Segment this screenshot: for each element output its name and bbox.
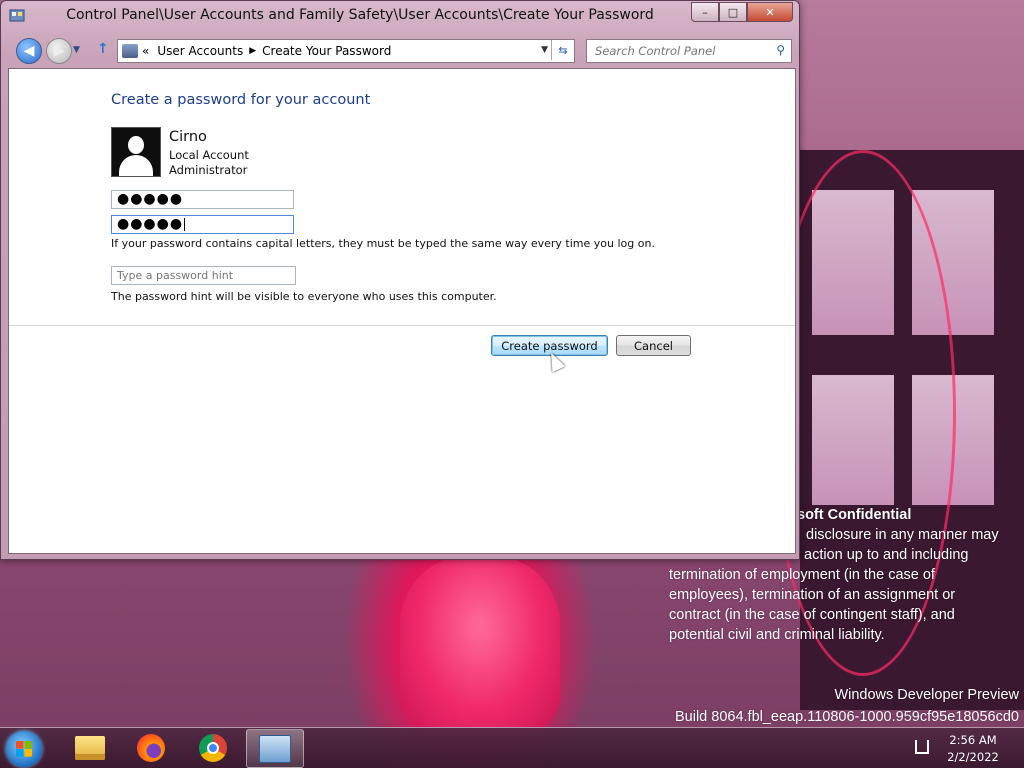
user-name: Cirno [169,129,207,145]
new-password-field[interactable]: ●●●●● [111,190,294,209]
minimize-button[interactable]: – [691,2,719,22]
breadcrumb-user-accounts[interactable]: User Accounts [157,44,243,58]
recent-pages-dropdown-icon[interactable]: ▼ [73,45,80,55]
avatar-head-shape [128,136,144,154]
text-caret [184,217,186,231]
system-clock[interactable]: 2:56 AM 2/2/2022 [942,732,1004,766]
build-name: Windows Developer Preview [834,687,1019,703]
window-title: Control Panel\User Accounts and Family S… [66,7,654,23]
chrome-icon [199,733,227,762]
control-panel-breadcrumb-icon [122,44,138,58]
confidential-line-3: action up to and including [804,547,969,563]
avatar-body-shape [119,155,153,176]
taskbar-windows-explorer[interactable] [62,729,118,766]
maximize-button[interactable]: □ [719,2,747,22]
breadcrumb-separator-icon[interactable]: ▶ [249,46,256,56]
search-icon[interactable]: ⚲ [776,43,785,57]
search-input[interactable] [593,41,767,61]
taskbar-control-panel[interactable] [246,729,304,768]
divider [9,325,795,326]
taskbar-firefox[interactable] [123,729,179,766]
windows-logo-icon [16,741,32,757]
taskbar: 2:56 AM 2/2/2022 [0,727,1024,768]
confirm-password-value: ●●●●● [117,216,184,232]
control-panel-window: Control Panel\User Accounts and Family S… [0,0,800,560]
capital-letters-note: If your password contains capital letter… [111,237,655,250]
address-history-dropdown-icon[interactable]: ▼ [541,45,548,55]
account-type: Local Account [169,148,249,162]
build-number: Build 8064.fbl_eeap.110806-1000.959cf95e… [674,709,1019,725]
confidential-line-7: potential civil and criminal liability. [669,627,885,643]
control-panel-taskbar-icon [259,734,291,763]
new-password-value: ●●●●● [117,191,184,207]
start-button[interactable] [6,731,42,767]
content-pane: Create a password for your account Cirno… [8,68,796,554]
search-box[interactable]: ⚲ [586,39,792,63]
confidential-line-4: termination of employment (in the case o… [669,567,935,583]
confirm-password-field[interactable]: ●●●●● [111,215,294,234]
navigation-bar: ◀ ▶ ▼ ↑ « User Accounts ▶ Create Your Pa… [1,35,799,65]
wallpaper-pink-figure [400,555,560,735]
hint-visibility-note: The password hint will be visible to eve… [111,290,497,303]
forward-button[interactable]: ▶ [46,38,72,64]
back-arrow-icon: ◀ [23,43,35,59]
up-arrow-button[interactable]: ↑ [97,41,109,57]
user-avatar [111,127,161,177]
network-icon[interactable] [915,740,929,754]
breadcrumb-create-password[interactable]: Create Your Password [262,44,391,58]
user-account-info: Local Account Administrator [169,148,249,178]
title-bar[interactable]: Control Panel\User Accounts and Family S… [1,1,799,31]
account-role: Administrator [169,163,248,177]
page-title: Create a password for your account [111,92,371,108]
folder-icon [75,735,105,760]
clock-date: 2/2/2022 [947,750,999,764]
back-button[interactable]: ◀ [16,38,42,64]
close-button[interactable]: ✕ [747,2,793,22]
clock-time: 2:56 AM [949,733,997,747]
firefox-icon [137,733,165,762]
confidential-line-1: soft Confidential [797,507,912,523]
address-bar[interactable]: « User Accounts ▶ Create Your Password ▼… [117,39,575,63]
password-hint-input[interactable] [111,266,296,285]
confidential-line-6: contract (in the case of contingent staf… [669,607,955,623]
caption-buttons: – □ ✕ [691,2,793,22]
refresh-button[interactable]: ⇆ [551,40,574,60]
confidential-line-5: employees), termination of an assignment… [669,587,956,603]
cancel-button[interactable]: Cancel [616,335,691,356]
confidential-line-2: disclosure in any manner may [806,527,999,543]
taskbar-chrome[interactable] [185,729,241,766]
breadcrumb-overflow[interactable]: « [142,44,149,58]
forward-arrow-icon: ▶ [53,43,65,59]
